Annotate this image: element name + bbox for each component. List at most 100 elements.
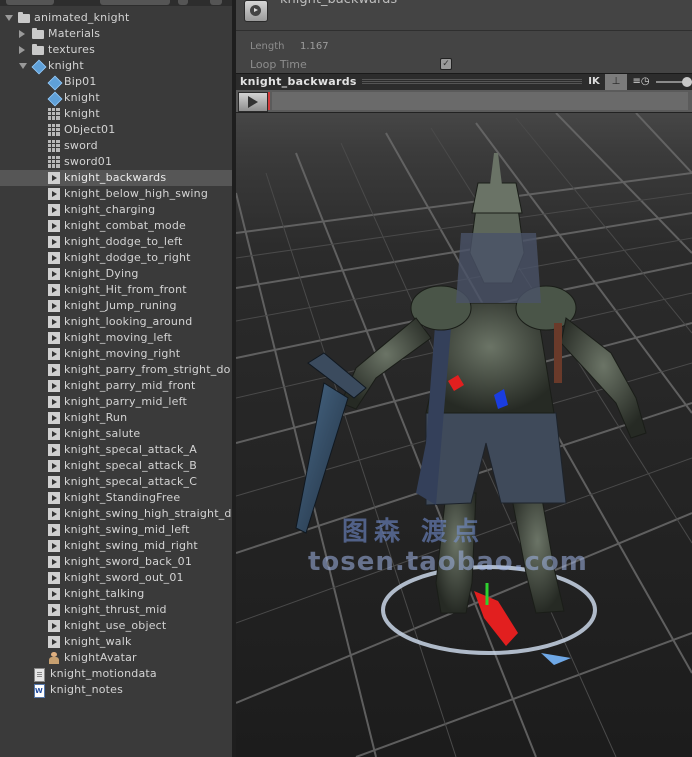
tree-item[interactable]: knight_thrust_mid bbox=[0, 602, 232, 618]
tree-item[interactable]: knight_Dying bbox=[0, 266, 232, 282]
tree-item[interactable]: knight_below_high_swing bbox=[0, 186, 232, 202]
tree-item-label: knight bbox=[64, 107, 100, 120]
tree-item[interactable]: knight_combat_mode bbox=[0, 218, 232, 234]
tree-item[interactable]: knight_parry_from_stright_do bbox=[0, 362, 232, 378]
animation-clip-icon bbox=[48, 588, 60, 600]
tree-item-label: knight_swing_mid_left bbox=[64, 523, 190, 536]
tree-item[interactable]: sword bbox=[0, 138, 232, 154]
tree-item-label: Materials bbox=[48, 27, 101, 40]
tree-item-label: knight_sword_back_01 bbox=[64, 555, 193, 568]
tree-item[interactable]: sword01 bbox=[0, 154, 232, 170]
animation-clip-icon bbox=[48, 620, 60, 632]
tree-item[interactable]: knight_parry_mid_left bbox=[0, 394, 232, 410]
tree-item[interactable]: knight_charging bbox=[0, 202, 232, 218]
tree-item[interactable]: knight_swing_high_straight_d bbox=[0, 506, 232, 522]
tree-item[interactable]: knight_notes bbox=[0, 682, 232, 699]
animation-clip-icon bbox=[48, 220, 60, 232]
tree-item[interactable]: animated_knight bbox=[0, 10, 232, 26]
pivot-icon[interactable]: ⊥ bbox=[605, 74, 627, 90]
star-icon-stub[interactable] bbox=[210, 0, 222, 5]
tree-item[interactable]: knight bbox=[0, 90, 232, 107]
3d-preview-viewport[interactable]: 图森 渡点 tosen.taobao.com bbox=[236, 113, 692, 757]
tree-item[interactable]: knight_swing_mid_left bbox=[0, 522, 232, 538]
tree-item-label: Object01 bbox=[64, 123, 116, 136]
preview-drag-handle[interactable] bbox=[362, 79, 582, 84]
expand-arrow-open-icon[interactable] bbox=[5, 15, 13, 21]
clip-header: knight_backwards Length 1.167 Loop Time … bbox=[236, 0, 692, 74]
timeline-scrubber[interactable] bbox=[268, 92, 270, 110]
expand-arrow-closed-icon[interactable] bbox=[19, 46, 25, 54]
animation-clip-icon bbox=[48, 332, 60, 344]
tree-item-label: Bip01 bbox=[64, 75, 97, 88]
animation-clip-icon bbox=[48, 460, 60, 472]
ik-toggle-button[interactable]: IK bbox=[585, 74, 603, 90]
tree-item[interactable]: Bip01 bbox=[0, 74, 232, 91]
tree-item[interactable]: knight_specal_attack_C bbox=[0, 474, 232, 490]
filter-icon-stub[interactable] bbox=[178, 0, 188, 5]
mesh-icon bbox=[48, 140, 60, 152]
tree-item[interactable]: knight_dodge_to_right bbox=[0, 250, 232, 266]
tree-item[interactable]: knight_Jump_runing bbox=[0, 298, 232, 314]
animation-clip-icon bbox=[48, 540, 60, 552]
tree-item[interactable]: knightAvatar bbox=[0, 650, 232, 666]
loop-time-label: Loop Time bbox=[250, 58, 307, 71]
tree-item[interactable]: knight_looking_around bbox=[0, 314, 232, 330]
tree-item[interactable]: knight bbox=[0, 58, 232, 75]
timeline-play-button[interactable] bbox=[238, 92, 268, 112]
tree-item[interactable]: knight_backwards bbox=[0, 170, 232, 186]
inspector-panel: knight_backwards Length 1.167 Loop Time … bbox=[236, 0, 692, 757]
preview-scene bbox=[236, 113, 692, 757]
tree-item[interactable]: textures bbox=[0, 42, 232, 58]
tree-item[interactable]: knight_sword_back_01 bbox=[0, 554, 232, 570]
animation-clip-icon bbox=[48, 348, 60, 360]
tree-item[interactable]: Materials bbox=[0, 26, 232, 42]
tree-item-label: knight_salute bbox=[64, 427, 141, 440]
playback-speed-thumb[interactable] bbox=[682, 77, 692, 87]
panel-tab-strip[interactable] bbox=[0, 0, 232, 6]
tree-item-label: knight bbox=[48, 59, 84, 72]
tree-item[interactable]: knight_dodge_to_left bbox=[0, 234, 232, 250]
animation-clip-icon bbox=[48, 364, 60, 376]
tree-item[interactable]: knight_Hit_from_front bbox=[0, 282, 232, 298]
tree-item-label: knight_Jump_runing bbox=[64, 299, 177, 312]
tree-item[interactable]: Object01 bbox=[0, 122, 232, 138]
animation-clip-icon bbox=[48, 188, 60, 200]
tree-item[interactable]: knight_specal_attack_A bbox=[0, 442, 232, 458]
preview-header: knight_backwards IK ⊥ ≡◷ bbox=[236, 73, 692, 91]
animation-clip-icon bbox=[48, 428, 60, 440]
search-field-stub[interactable] bbox=[100, 0, 170, 5]
clip-play-button[interactable] bbox=[244, 0, 268, 22]
tree-item[interactable]: knight_salute bbox=[0, 426, 232, 442]
expand-arrow-closed-icon[interactable] bbox=[19, 30, 25, 38]
tree-item[interactable]: knight_sword_out_01 bbox=[0, 570, 232, 586]
animation-clip-icon bbox=[48, 524, 60, 536]
tree-item-label: knight_specal_attack_B bbox=[64, 459, 197, 472]
tree-item[interactable]: knight_Run bbox=[0, 410, 232, 426]
loop-time-checkbox[interactable]: ✓ bbox=[440, 58, 452, 70]
expand-arrow-open-icon[interactable] bbox=[19, 63, 27, 69]
tree-item[interactable]: knight_parry_mid_front bbox=[0, 378, 232, 394]
timeline-track[interactable] bbox=[272, 92, 688, 110]
tree-item-label: knight_charging bbox=[64, 203, 156, 216]
create-tab-stub[interactable] bbox=[6, 0, 54, 5]
tree-item[interactable]: knight_StandingFree bbox=[0, 490, 232, 506]
animation-clip-icon bbox=[48, 492, 60, 504]
tree-item-label: knight_sword_out_01 bbox=[64, 571, 184, 584]
tree-item[interactable]: knight_use_object bbox=[0, 618, 232, 634]
animation-clip-icon bbox=[48, 444, 60, 456]
tree-item-label: knight_swing_mid_right bbox=[64, 539, 198, 552]
cube-icon bbox=[31, 59, 47, 75]
tree-item-label: knight_motiondata bbox=[50, 667, 157, 680]
tree-item[interactable]: knight_swing_mid_right bbox=[0, 538, 232, 554]
tree-item[interactable]: knight_specal_attack_B bbox=[0, 458, 232, 474]
tree-item[interactable]: knight bbox=[0, 106, 232, 122]
tree-item[interactable]: knight_moving_left bbox=[0, 330, 232, 346]
tree-item[interactable]: knight_motiondata bbox=[0, 666, 232, 682]
animation-clip-icon bbox=[48, 236, 60, 248]
tree-item[interactable]: knight_walk bbox=[0, 634, 232, 650]
tree-item[interactable]: knight_moving_right bbox=[0, 346, 232, 362]
word-document-icon bbox=[34, 683, 45, 699]
tree-item-label: sword01 bbox=[64, 155, 113, 168]
tree-item[interactable]: knight_talking bbox=[0, 586, 232, 602]
tree-item-label: knight_specal_attack_A bbox=[64, 443, 197, 456]
